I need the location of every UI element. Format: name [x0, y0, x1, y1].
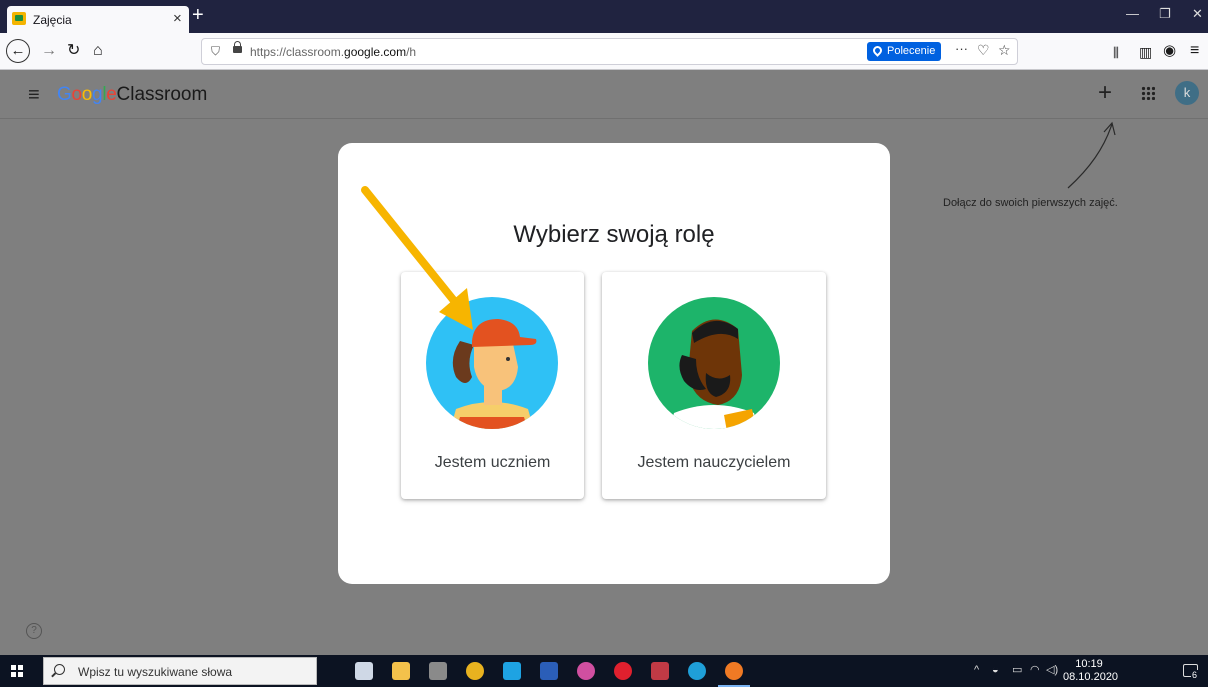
page-actions-icon[interactable]: ··· [955, 41, 968, 56]
clock-date[interactable]: 08.10.2020 [1063, 671, 1118, 684]
notion-icon[interactable] [429, 662, 447, 680]
location-pin-icon [871, 44, 884, 57]
student-role-label: Jestem uczniem [434, 454, 551, 471]
edge-icon[interactable] [688, 662, 706, 680]
logo-letter: o [81, 84, 93, 105]
task-view-icon[interactable] [355, 662, 373, 680]
browser-tab[interactable]: Zajęcia × [7, 6, 189, 33]
annotation-arrow-icon [361, 186, 473, 330]
tray-chevron-icon[interactable]: ^ [974, 664, 979, 676]
back-button[interactable]: ← [6, 39, 30, 63]
polecenie-button[interactable]: Polecenie [867, 42, 942, 61]
reload-icon[interactable]: ↻ [67, 41, 80, 61]
word-icon[interactable] [540, 662, 558, 680]
browser-toolbar: ← → ↻ ⌂ ⛉ https://classroom.google.com/h… [0, 33, 1208, 70]
teacher-avatar-icon [648, 297, 780, 429]
app-puzzle-icon[interactable] [651, 662, 669, 680]
tracking-shield-icon[interactable]: ⛉ [211, 44, 220, 59]
sidebar-icon[interactable]: ▥ [1139, 42, 1152, 62]
logo-letter: G [57, 84, 72, 105]
google-classroom-logo[interactable]: GoogleClassroom [57, 83, 207, 107]
app-blue-icon[interactable] [503, 662, 521, 680]
account-icon[interactable]: ◉ [1163, 41, 1176, 61]
library-icon[interactable]: ⫼ [1113, 43, 1119, 63]
help-icon[interactable]: ? [26, 623, 42, 639]
classroom-header: ≡ GoogleClassroom + k [0, 71, 1208, 119]
file-explorer-icon[interactable] [392, 662, 410, 680]
avatar[interactable]: k [1175, 81, 1199, 105]
teacher-role-label: Jestem nauczycielem [637, 454, 791, 471]
google-apps-icon[interactable] [1141, 86, 1155, 100]
url-text[interactable]: https://classroom.google.com/h [250, 45, 416, 59]
forward-icon[interactable]: → [41, 41, 57, 61]
bookmark-star-icon[interactable]: ☆ [998, 42, 1011, 59]
logo-letter: o [71, 84, 82, 105]
volume-icon[interactable]: ◁) [1046, 664, 1058, 676]
close-window-icon[interactable]: ✕ [1192, 6, 1203, 22]
classroom-favicon-icon [12, 12, 26, 25]
windows-start-icon[interactable] [11, 665, 23, 677]
battery-icon[interactable]: ▭ [1012, 664, 1022, 676]
pocket-icon[interactable]: ♡ [977, 42, 990, 59]
notification-count: 6 [1191, 670, 1199, 680]
restore-icon[interactable]: ❐ [1159, 6, 1171, 22]
photos-icon[interactable] [577, 662, 595, 680]
add-class-icon[interactable]: + [1098, 80, 1112, 106]
chrome-icon[interactable] [466, 662, 484, 680]
lock-icon[interactable] [233, 41, 242, 53]
home-icon[interactable]: ⌂ [93, 41, 103, 61]
classroom-wordmark: Classroom [116, 84, 208, 105]
browser-tab-strip: Zajęcia × + — ❐ ✕ [0, 0, 1208, 33]
logo-letter: g [92, 84, 103, 105]
search-icon [54, 664, 65, 675]
teacher-role-card[interactable]: Jestem nauczycielem [602, 272, 826, 499]
menu-icon[interactable]: ≡ [1190, 41, 1199, 61]
join-class-hint: Dołącz do swoich pierwszych zajęć. [943, 197, 1118, 209]
windows-taskbar: Wpisz tu wyszukiwane słowa ^ ◒ ▭ ◠ ◁) 10… [0, 655, 1208, 687]
minimize-icon[interactable]: — [1126, 6, 1139, 22]
google-wordmark: Google [57, 84, 117, 105]
opera-icon[interactable] [614, 662, 632, 680]
tray-app-icon[interactable]: ◒ [992, 664, 999, 676]
tab-title: Zajęcia [33, 13, 72, 27]
firefox-icon[interactable] [718, 662, 750, 687]
search-placeholder: Wpisz tu wyszukiwane słowa [78, 665, 233, 679]
hint-arrow-icon [1067, 121, 1116, 189]
tab-close-icon[interactable]: × [173, 11, 182, 27]
clock-time[interactable]: 10:19 [1068, 658, 1110, 671]
taskbar-search-input[interactable]: Wpisz tu wyszukiwane słowa [43, 657, 317, 685]
logo-letter: e [106, 84, 117, 105]
main-menu-icon[interactable]: ≡ [28, 84, 40, 106]
new-tab-button[interactable]: + [192, 4, 204, 26]
address-bar[interactable]: ⛉ https://classroom.google.com/h Polecen… [201, 38, 1018, 65]
wifi-icon[interactable]: ◠ [1030, 664, 1040, 676]
